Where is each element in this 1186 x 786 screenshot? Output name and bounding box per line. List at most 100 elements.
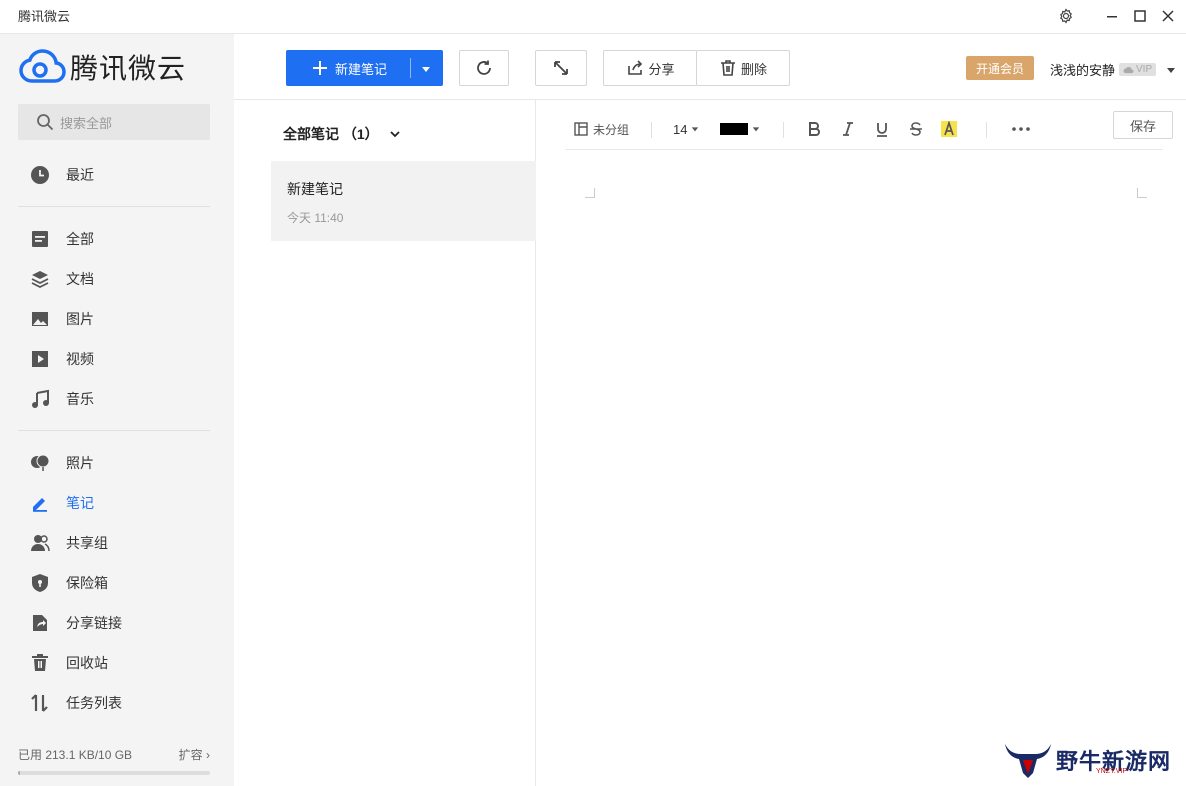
bold-button[interactable] — [806, 118, 822, 140]
close-icon[interactable] — [1156, 5, 1180, 27]
music-note-icon — [32, 389, 49, 408]
font-size-selector[interactable]: 14 — [673, 118, 699, 140]
note-list-item[interactable]: 新建笔记 今天 11:40 — [271, 161, 536, 241]
share-button[interactable]: 分享 — [603, 50, 697, 86]
sidebar-item-label: 笔记 — [66, 495, 94, 511]
storage-used-text: 已用 213.1 KB/10 GB — [18, 748, 133, 762]
expand-storage-link[interactable]: 扩容 › — [179, 746, 210, 763]
caret-down-icon[interactable] — [421, 64, 431, 74]
pencil-icon — [33, 498, 47, 512]
vip-badge: VIP — [1119, 63, 1157, 76]
title-bar: 腾讯微云 — [0, 0, 1186, 34]
sidebar-item-safe-box[interactable]: 保险箱 — [30, 570, 108, 596]
search-input[interactable]: 搜索全部 — [18, 104, 210, 140]
note-list-header[interactable]: 全部笔记 （1） — [283, 124, 401, 144]
italic-icon — [843, 122, 853, 136]
sidebar-item-shared-groups[interactable]: 共享组 — [30, 530, 108, 556]
watermark: 野牛新游网 YNZY.VIP — [1000, 740, 1171, 780]
trash-icon — [720, 60, 735, 76]
storage-bar — [18, 771, 210, 775]
sidebar-item-images[interactable]: 图片 — [30, 306, 94, 332]
layers-icon — [31, 271, 49, 289]
image-icon — [32, 312, 48, 326]
users-icon — [31, 535, 50, 552]
note-editor: 未分组 14 保存 — [537, 100, 1186, 786]
text-color-selector[interactable] — [720, 118, 760, 140]
notebook-icon — [574, 122, 588, 136]
share-link-icon — [33, 615, 47, 631]
delete-button[interactable]: 删除 — [696, 50, 790, 86]
cloud-logo-icon — [19, 49, 66, 83]
new-note-button[interactable]: 新建笔记 — [286, 50, 443, 86]
sidebar-item-label: 保险箱 — [66, 575, 108, 591]
maximize-icon[interactable] — [1128, 5, 1152, 27]
caret-down-icon[interactable] — [1166, 65, 1176, 75]
format-toolbar: 未分组 14 保存 — [565, 110, 1173, 150]
bold-icon — [809, 122, 820, 136]
sidebar-item-label: 音乐 — [66, 391, 94, 407]
user-menu[interactable]: 浅浅的安静 VIP — [1050, 60, 1176, 79]
minimize-icon[interactable] — [1100, 5, 1124, 27]
page-corner-right — [1137, 188, 1147, 198]
more-button[interactable] — [1011, 118, 1031, 140]
chevron-down-icon — [390, 131, 400, 138]
sidebar-item-task-list[interactable]: 任务列表 — [30, 690, 122, 716]
sidebar-item-label: 回收站 — [66, 655, 108, 671]
sidebar-item-photos[interactable]: 照片 — [30, 450, 94, 476]
toolbar-separator — [783, 122, 784, 138]
sidebar-item-label: 照片 — [66, 455, 94, 471]
sidebar-item-label: 全部 — [66, 231, 94, 247]
settings-icon[interactable] — [1054, 5, 1078, 27]
highlight-button[interactable] — [941, 118, 957, 140]
sidebar-item-documents[interactable]: 文档 — [30, 266, 94, 292]
new-note-label: 新建笔记 — [335, 61, 388, 77]
button-separator — [410, 58, 411, 78]
note-list-title: 全部笔记 （1） — [283, 126, 379, 142]
underline-button[interactable] — [874, 118, 890, 140]
sidebar-item-all[interactable]: 全部 — [30, 226, 94, 252]
cloud-icon — [1123, 66, 1134, 74]
expand-button[interactable] — [535, 50, 587, 86]
save-button[interactable]: 保存 — [1113, 111, 1173, 139]
note-time: 今天 11:40 — [287, 211, 344, 225]
sidebar-item-label: 共享组 — [66, 535, 108, 551]
sidebar-item-music[interactable]: 音乐 — [30, 386, 94, 412]
sidebar-item-notes[interactable]: 笔记 — [30, 490, 94, 516]
group-selector[interactable]: 未分组 — [573, 118, 629, 140]
note-list-panel: 全部笔记 （1） 新建笔记 今天 11:40 — [234, 100, 536, 786]
page-corner-left — [585, 188, 595, 198]
search-icon — [37, 114, 54, 131]
open-vip-button[interactable]: 开通会员 — [966, 56, 1034, 80]
expand-icon — [554, 61, 568, 75]
underline-icon — [877, 123, 887, 137]
balloon-icon — [31, 454, 50, 471]
sidebar-item-label: 文档 — [66, 271, 94, 287]
sidebar-item-recent[interactable]: 最近 — [30, 162, 94, 188]
shield-icon — [32, 574, 48, 592]
toolbar-separator — [651, 122, 652, 138]
refresh-button[interactable] — [459, 50, 509, 86]
sidebar-item-videos[interactable]: 视频 — [30, 346, 94, 372]
sidebar: 腾讯微云 搜索全部 最近 全部 文档 图片 视频 音乐 照片 笔记 共享组 保险… — [0, 34, 234, 786]
note-content-area[interactable] — [597, 200, 1137, 760]
plus-icon — [313, 61, 327, 75]
bull-logo-icon — [1005, 744, 1051, 778]
note-title: 新建笔记 — [287, 181, 343, 197]
more-icon — [1012, 127, 1030, 131]
username: 浅浅的安静 — [1050, 63, 1116, 78]
clock-icon — [31, 166, 49, 184]
sidebar-item-share-links[interactable]: 分享链接 — [30, 610, 122, 636]
main-toolbar: 新建笔记 分享 删除 开通会员 浅浅的安静 VIP — [234, 34, 1186, 100]
strikethrough-button[interactable] — [908, 118, 924, 140]
transfer-arrows-icon — [31, 694, 48, 712]
delete-label: 删除 — [740, 61, 767, 77]
storage-usage: 已用 213.1 KB/10 GB 扩容 › — [18, 746, 210, 775]
sidebar-item-recycle-bin[interactable]: 回收站 — [30, 650, 108, 676]
strikethrough-icon — [910, 122, 922, 136]
caret-down-icon — [752, 127, 760, 132]
sidebar-divider — [18, 430, 210, 431]
logo: 腾讯微云 — [18, 48, 186, 86]
logo-text: 腾讯微云 — [70, 53, 187, 84]
highlight-icon — [941, 121, 957, 137]
italic-button[interactable] — [840, 118, 856, 140]
